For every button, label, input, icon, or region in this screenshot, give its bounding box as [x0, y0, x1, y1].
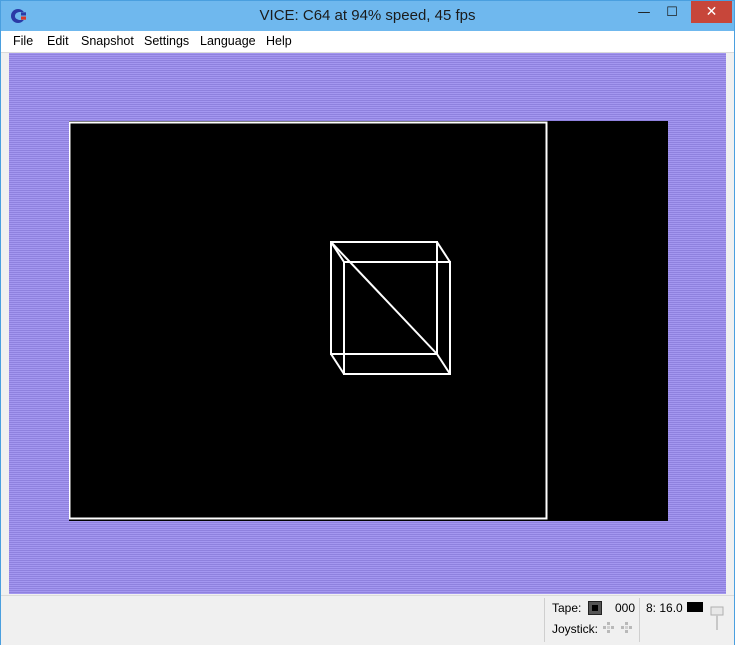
drive-status: 8: 16.0	[646, 601, 683, 615]
cube-edge	[436, 353, 451, 375]
tape-label: Tape:	[552, 601, 582, 615]
title-bar[interactable]: VICE: C64 at 94% speed, 45 fps — ☐ ✕	[1, 1, 734, 31]
drive-led-icon	[687, 602, 703, 612]
wireframe-canvas	[69, 121, 548, 520]
cube-edge	[436, 241, 451, 263]
menu-settings[interactable]: Settings	[144, 34, 189, 48]
joystick-label: Joystick:	[552, 622, 599, 636]
menu-bar: File Edit Snapshot Settings Language Hel…	[1, 31, 734, 53]
tape-status-icon[interactable]	[588, 601, 602, 615]
status-divider	[639, 598, 640, 642]
menu-snapshot[interactable]: Snapshot	[81, 34, 134, 48]
resize-grip-icon[interactable]	[710, 606, 724, 632]
c64-display[interactable]	[69, 121, 668, 521]
menu-language[interactable]: Language	[200, 34, 256, 48]
cube-diagonal	[330, 241, 438, 355]
maximize-button[interactable]: ☐	[657, 1, 687, 23]
vice-window: VICE: C64 at 94% speed, 45 fps — ☐ ✕ Fil…	[0, 0, 735, 645]
cube-back-face	[343, 261, 451, 375]
status-bar: Tape: 000 8: 16.0 Joystick:	[1, 595, 734, 645]
menu-edit[interactable]: Edit	[47, 34, 69, 48]
menu-file[interactable]: File	[13, 34, 33, 48]
drawing-area-frame	[69, 121, 548, 520]
status-divider	[544, 598, 545, 642]
joystick-port-icon[interactable]	[602, 621, 616, 635]
joystick-port-icon[interactable]	[620, 621, 634, 635]
window-title: VICE: C64 at 94% speed, 45 fps	[259, 7, 476, 24]
wireframe-cube	[330, 241, 451, 375]
emulator-screen[interactable]	[9, 53, 726, 594]
close-button[interactable]: ✕	[691, 1, 732, 23]
tape-counter: 000	[615, 601, 636, 615]
menu-help[interactable]: Help	[266, 34, 292, 48]
minimize-button[interactable]: —	[629, 1, 659, 23]
cube-edge	[330, 353, 345, 375]
